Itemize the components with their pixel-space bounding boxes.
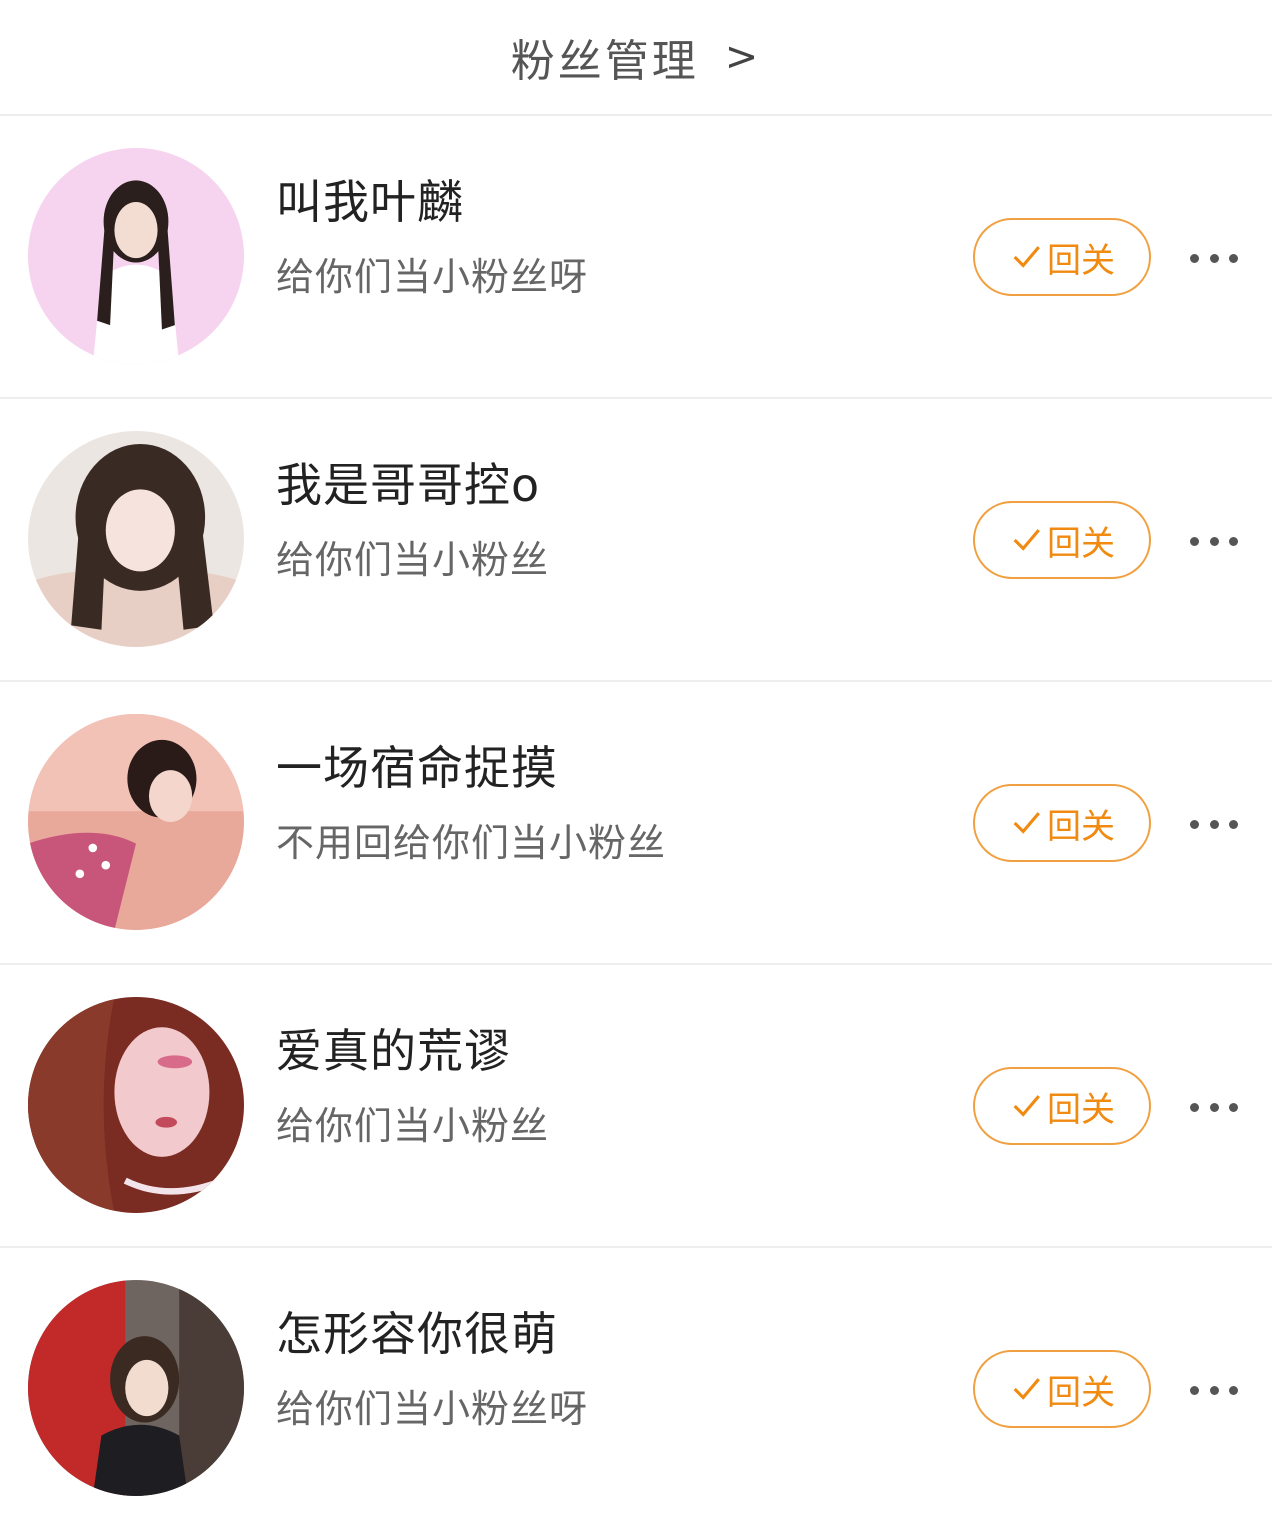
fan-bio: 给你们当小粉丝呀	[276, 255, 589, 299]
fan-list-item[interactable]: 怎形容你很萌 给你们当小粉丝呀 回关	[0, 1248, 1272, 1531]
more-options-icon[interactable]	[1190, 1087, 1238, 1127]
fan-name[interactable]: 一场宿命捉摸	[276, 732, 558, 798]
fan-bio: 给你们当小粉丝	[276, 538, 550, 582]
fan-name[interactable]: 叫我叶麟	[276, 166, 464, 232]
avatar[interactable]	[28, 997, 244, 1213]
fan-bio: 不用回给你们当小粉丝	[276, 821, 667, 865]
more-options-icon[interactable]	[1190, 521, 1238, 561]
fan-name[interactable]: 我是哥哥控o	[276, 449, 540, 515]
fan-list: 叫我叶麟 给你们当小粉丝呀 回关 我是哥哥控o 给你们当小粉丝 回关 一场宿命捉…	[0, 116, 1272, 1531]
chevron-right-icon: >	[724, 34, 762, 80]
fan-list-item[interactable]: 我是哥哥控o 给你们当小粉丝 回关	[0, 399, 1272, 682]
follow-back-label: 回关	[1047, 1372, 1115, 1413]
fan-bio: 给你们当小粉丝呀	[276, 1387, 589, 1431]
follow-back-button[interactable]: 回关	[973, 784, 1151, 862]
check-icon	[1013, 1095, 1040, 1117]
page-title: 粉丝管理	[510, 36, 699, 87]
fan-bio: 给你们当小粉丝	[276, 1104, 550, 1148]
avatar[interactable]	[28, 714, 244, 930]
fan-list-item[interactable]: 爱真的荒谬 给你们当小粉丝 回关	[0, 965, 1272, 1248]
follow-back-button[interactable]: 回关	[973, 1350, 1151, 1428]
follow-back-label: 回关	[1047, 523, 1115, 564]
follow-back-label: 回关	[1047, 1089, 1115, 1130]
check-icon	[1013, 812, 1040, 834]
check-icon	[1013, 1378, 1040, 1400]
more-options-icon[interactable]	[1190, 238, 1238, 278]
follow-back-label: 回关	[1047, 240, 1115, 281]
follow-back-button[interactable]: 回关	[973, 218, 1151, 296]
avatar[interactable]	[28, 1280, 244, 1496]
avatar[interactable]	[28, 431, 244, 647]
more-options-icon[interactable]	[1190, 1370, 1238, 1410]
avatar[interactable]	[28, 148, 244, 364]
fan-list-item[interactable]: 叫我叶麟 给你们当小粉丝呀 回关	[0, 116, 1272, 399]
follow-back-button[interactable]: 回关	[973, 1067, 1151, 1145]
fan-management-header[interactable]: 粉丝管理 >	[0, 0, 1272, 116]
fan-name[interactable]: 爱真的荒谬	[276, 1015, 511, 1081]
fan-name[interactable]: 怎形容你很萌	[276, 1298, 558, 1364]
follow-back-label: 回关	[1047, 806, 1115, 847]
follow-back-button[interactable]: 回关	[973, 501, 1151, 579]
fan-list-item[interactable]: 一场宿命捉摸 不用回给你们当小粉丝 回关	[0, 682, 1272, 965]
check-icon	[1013, 246, 1040, 268]
check-icon	[1013, 529, 1040, 551]
more-options-icon[interactable]	[1190, 804, 1238, 844]
